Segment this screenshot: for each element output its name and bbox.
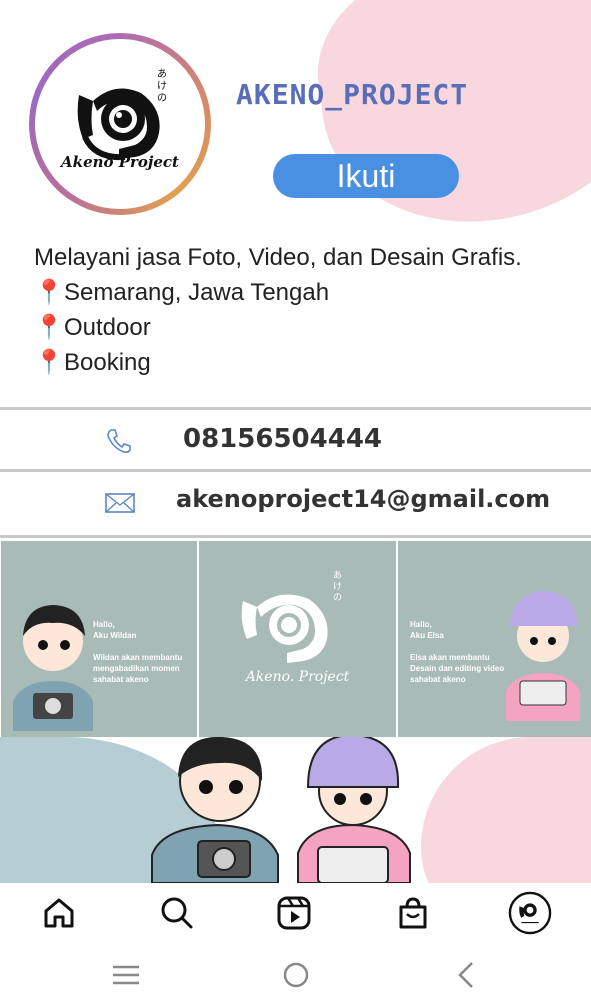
- avatar-logo: あけの Akeno Project: [35, 39, 205, 209]
- phone-number[interactable]: 08156504444: [183, 424, 382, 454]
- profile-avatar[interactable]: あけの Akeno Project: [29, 33, 211, 215]
- phone-icon: [104, 426, 134, 460]
- system-navigation-bar: [0, 943, 591, 1004]
- wildan-illustration: [13, 605, 93, 731]
- logo-japanese-text: あけの: [333, 571, 343, 603]
- pin-icon: 📍: [34, 279, 64, 306]
- contact-phone-row[interactable]: 08156504444: [0, 412, 591, 468]
- bio-description: Melayani jasa Foto, Video, dan Desain Gr…: [34, 244, 522, 271]
- profile-bio: Melayani jasa Foto, Video, dan Desain Gr…: [34, 240, 522, 380]
- divider: [0, 535, 591, 538]
- camera-horn-logo-icon: [77, 88, 160, 161]
- divider: [0, 469, 591, 472]
- post-tile-wildan[interactable]: Hallo, Aku Wildan Wildan akan membantu m…: [1, 541, 197, 737]
- follow-button[interactable]: Ikuti: [273, 154, 459, 198]
- elsa-caption: Hallo, Aku Elsa Elsa akan membantu Desai…: [410, 620, 505, 684]
- decor-pink-blob-small: [481, 60, 591, 200]
- bio-location: 📍Semarang, Jawa Tengah: [34, 275, 522, 310]
- logo-brand-text: Akeno Project: [61, 153, 179, 171]
- bottom-navigation: [0, 883, 591, 943]
- bio-outdoor-text: Outdoor: [64, 314, 151, 341]
- post-tile-logo[interactable]: あけの Akeno. Project: [199, 541, 396, 737]
- reels-icon[interactable]: [272, 891, 316, 935]
- divider: [0, 407, 591, 410]
- mail-icon: [104, 490, 136, 520]
- logo-japanese-text: あけの: [157, 69, 167, 104]
- profile-username: AKENO_PROJECT: [236, 78, 469, 111]
- post-tile-elsa[interactable]: Hallo, Aku Elsa Elsa akan membantu Desai…: [398, 541, 591, 737]
- banner-illustration: [0, 737, 591, 883]
- search-icon[interactable]: [155, 891, 199, 935]
- contact-email-row[interactable]: akenoproject14@gmail.com: [0, 474, 591, 530]
- pin-icon: 📍: [34, 314, 64, 341]
- pin-icon: 📍: [34, 349, 64, 376]
- home-button-icon[interactable]: [280, 959, 312, 991]
- back-icon[interactable]: [450, 959, 482, 991]
- bio-location-text: Semarang, Jawa Tengah: [64, 279, 330, 306]
- wildan-caption: Hallo, Aku Wildan Wildan akan membantu m…: [93, 620, 183, 684]
- bio-outdoor: 📍Outdoor: [34, 310, 522, 345]
- home-icon[interactable]: [37, 891, 81, 935]
- bio-booking-text: Booking: [64, 349, 151, 376]
- characters-illustration: [151, 737, 411, 883]
- shop-icon[interactable]: [391, 891, 435, 935]
- profile-avatar[interactable]: [508, 891, 552, 935]
- camera-horn-logo-icon: [241, 594, 328, 663]
- posts-grid: Hallo, Aku Wildan Wildan akan membantu m…: [0, 541, 591, 737]
- email-address[interactable]: akenoproject14@gmail.com: [176, 485, 550, 513]
- bio-booking: 📍Booking: [34, 345, 522, 380]
- recent-apps-icon[interactable]: [110, 959, 142, 991]
- elsa-illustration: [506, 591, 580, 721]
- tile-brand-text: Akeno. Project: [245, 669, 350, 685]
